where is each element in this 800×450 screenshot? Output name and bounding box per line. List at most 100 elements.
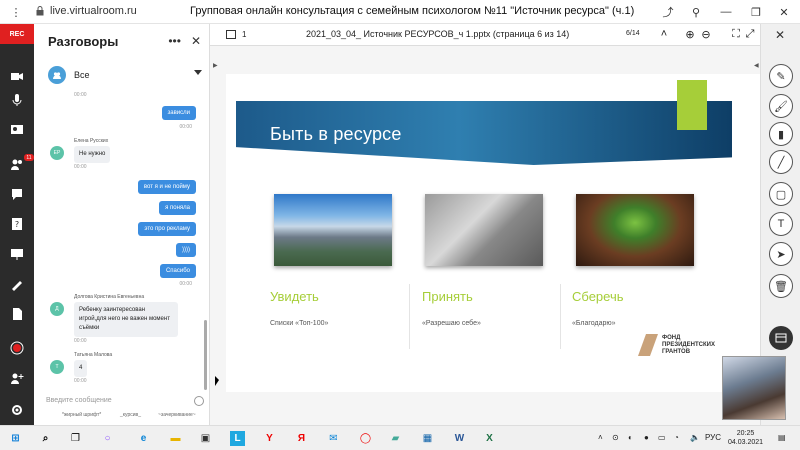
column-subtitle: «Разрешаю себе»	[422, 320, 481, 327]
photos-icon[interactable]: ▦	[420, 431, 435, 446]
avatar: Д	[50, 302, 64, 316]
restore-icon[interactable]: ❐	[748, 4, 764, 20]
network-icon[interactable]: ◔	[674, 433, 679, 442]
participants-badge: 11	[24, 154, 34, 161]
document-icon[interactable]	[9, 306, 25, 322]
microphone-icon[interactable]	[9, 92, 25, 108]
app-icon[interactable]: ▰	[388, 431, 403, 446]
fit-screen-icon[interactable]: ⛶	[730, 28, 742, 40]
screen-share-icon[interactable]	[9, 122, 25, 138]
battery-icon[interactable]: ▭	[658, 433, 666, 442]
opera-icon[interactable]: ◯	[358, 431, 373, 446]
excel-icon[interactable]: X	[482, 431, 497, 446]
zoom-in-icon[interactable]: ⊕	[684, 28, 696, 41]
fund-logo-mark	[638, 334, 658, 356]
windows-start-icon[interactable]: ⊞	[8, 431, 23, 446]
chat-close-icon[interactable]: ✕	[191, 34, 201, 48]
mail-icon[interactable]: ✉	[326, 431, 341, 446]
close-window-icon[interactable]: ✕	[776, 4, 792, 20]
chevron-up-icon[interactable]: ˄	[658, 28, 670, 40]
message-input[interactable]: Введите сообщение	[46, 397, 112, 404]
slide-image-sprout	[576, 194, 694, 266]
emoji-icon[interactable]	[194, 396, 204, 406]
fullscreen-icon[interactable]: ⤢	[744, 28, 756, 40]
line-icon[interactable]: ╱	[769, 150, 793, 174]
notifications-icon[interactable]: ▤	[778, 433, 786, 442]
explorer-icon[interactable]: ▬	[168, 431, 183, 446]
share-icon[interactable]: ⤴	[660, 4, 676, 20]
question-icon[interactable]: ?	[9, 216, 25, 232]
pen-icon[interactable]: ✎	[769, 64, 793, 88]
edge-icon[interactable]: e	[136, 431, 151, 446]
slides-panel-icon[interactable]	[769, 326, 793, 350]
store-icon[interactable]: ▣	[198, 431, 213, 446]
column-heading: Увидеть	[270, 289, 319, 304]
tray-app3-icon[interactable]: ●	[644, 433, 649, 442]
presentation-viewer: 1 2021_03_04_ Источник РЕСУРСОВ_ч 1.pptx…	[210, 24, 762, 425]
tray-app2-icon[interactable]: ◐	[628, 433, 633, 442]
tray-chevron-icon[interactable]: ˄	[598, 433, 603, 442]
trash-icon[interactable]: 🗑	[769, 274, 793, 298]
viewer-toolbar: 1 2021_03_04_ Источник РЕСУРСОВ_ч 1.pptx…	[210, 24, 760, 46]
camera-icon[interactable]	[9, 68, 25, 84]
alice-icon[interactable]: ○	[100, 431, 115, 446]
message-bubble-out: Спасибо	[159, 264, 196, 278]
message-bubble-out: зависли	[161, 106, 196, 120]
word-icon[interactable]: W	[452, 431, 467, 446]
volume-icon[interactable]: 🔈	[690, 433, 700, 442]
text-icon[interactable]: T	[769, 212, 793, 236]
pages-icon[interactable]	[226, 30, 236, 39]
minimize-icon[interactable]: —	[718, 4, 734, 20]
message-time: 00:00	[74, 164, 87, 170]
os-taskbar: ⊞ ⌕ ❐ ○ e ▬ ▣ L Y Я ✉ ◯ ▰ ▦ W X ˄ ⊙ ◐ ● …	[0, 425, 800, 450]
browser-titlebar: ⋮ live.virtualroom.ru Групповая онлайн к…	[0, 0, 800, 24]
format-bold-hint: *жирный шрифт*	[62, 412, 102, 418]
message-time: 00:00	[74, 338, 87, 344]
column-heading: Сберечь	[572, 289, 624, 304]
language-indicator[interactable]: РУС	[705, 433, 721, 442]
marker-icon[interactable]: ▮	[769, 122, 793, 146]
search-icon[interactable]: ⌕	[38, 431, 53, 446]
task-view-icon[interactable]: ❐	[68, 431, 83, 446]
message-sender: Татьяна Малова	[74, 352, 113, 358]
app-l-icon[interactable]: L	[230, 431, 245, 446]
prev-slide-icon[interactable]: ▶	[213, 62, 218, 69]
invite-user-icon[interactable]	[9, 370, 25, 386]
chat-scrollbar[interactable]	[204, 320, 207, 390]
zoom-out-icon[interactable]: ⊖	[700, 28, 712, 41]
message-time: 00:00	[179, 124, 192, 130]
presentation-icon[interactable]	[9, 246, 25, 262]
rectangle-icon[interactable]: ▢	[769, 182, 793, 206]
record-icon[interactable]	[9, 340, 25, 356]
brush-icon[interactable]: 🖌	[769, 94, 793, 118]
whiteboard-icon[interactable]	[9, 276, 25, 292]
message-list: 00:00 зависли 00:00 Елена Русских ЕР Не …	[34, 90, 204, 392]
next-slide-icon[interactable]: ◀	[754, 62, 759, 69]
page-indicator[interactable]: 6/14	[626, 30, 640, 37]
yandex-browser-icon[interactable]: Y	[262, 431, 277, 446]
room-selector[interactable]: Все	[48, 64, 202, 86]
chat-panel: Разговоры ••• ✕ Все 00:00 зависли 00:00 …	[34, 24, 210, 425]
column-subtitle: Списки «Топ-100»	[270, 320, 329, 327]
avatar: ЕР	[50, 146, 64, 160]
pages-count: 1	[242, 30, 247, 39]
tray-app-icon[interactable]: ⊙	[612, 433, 619, 442]
browser-menu-icon[interactable]: ⋮	[8, 4, 24, 20]
pin-icon[interactable]: ⚲	[688, 4, 704, 20]
fund-logo-line: ПРЕЗИДЕНТСКИХ	[662, 341, 715, 348]
clock[interactable]: 20:25 04.03.2021	[728, 429, 763, 447]
rec-indicator: REC	[0, 24, 34, 44]
chat-icon[interactable]	[9, 186, 25, 202]
participants-icon[interactable]	[9, 156, 25, 172]
chat-more-icon[interactable]: •••	[168, 34, 181, 48]
pointer-icon[interactable]: ➤	[769, 242, 793, 266]
close-icon[interactable]: ✕	[775, 28, 785, 42]
message-time: 00:00	[74, 378, 87, 384]
message-bubble-in: Ребенку заинтересован игрой,для него не …	[74, 302, 178, 337]
chat-title: Разговоры	[48, 34, 119, 49]
yandex-icon[interactable]: Я	[294, 431, 309, 446]
left-toolbar: REC 11 ?	[0, 24, 34, 425]
address-bar[interactable]: live.virtualroom.ru	[50, 5, 137, 17]
webcam-preview[interactable]	[722, 356, 786, 420]
settings-gear-icon[interactable]	[9, 402, 25, 418]
